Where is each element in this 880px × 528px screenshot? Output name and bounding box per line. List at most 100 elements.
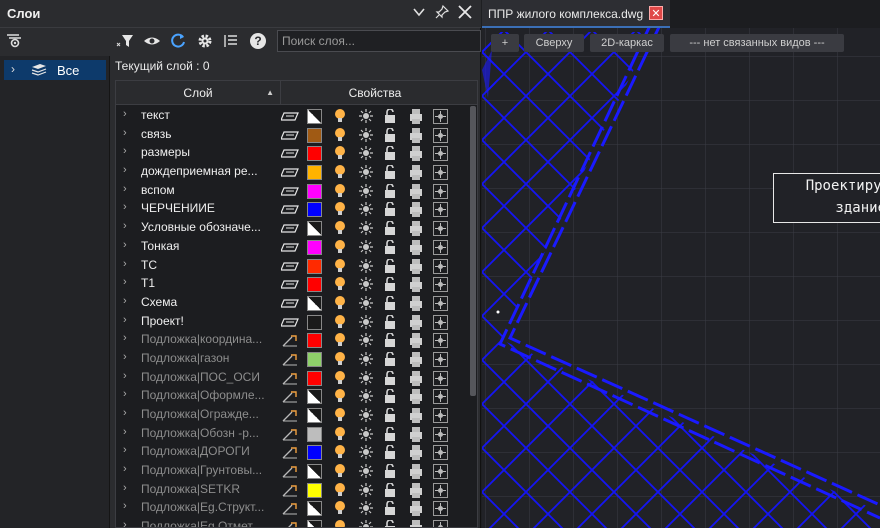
chevron-right-icon[interactable]: ›	[123, 239, 127, 251]
lock-icon[interactable]	[383, 108, 397, 124]
lightbulb-icon[interactable]	[333, 314, 347, 330]
layer-name[interactable]: Подложка|SETKR	[141, 482, 276, 496]
vp-freeze-icon[interactable]	[433, 109, 448, 124]
lock-icon[interactable]	[383, 463, 397, 479]
linetype-icon[interactable]	[280, 278, 299, 290]
layer-name[interactable]: Подложка|Обозн -р...	[141, 426, 276, 440]
lock-icon[interactable]	[383, 332, 397, 348]
lightbulb-icon[interactable]	[333, 407, 347, 423]
lightbulb-icon[interactable]	[333, 127, 347, 143]
lightbulb-icon[interactable]	[333, 295, 347, 311]
chevron-right-icon[interactable]: ›	[123, 370, 127, 382]
layer-row[interactable]: › текст	[116, 107, 468, 126]
lock-icon[interactable]	[383, 220, 397, 236]
filter-icon[interactable]	[116, 32, 134, 50]
tree-item-all[interactable]: › Все	[4, 60, 106, 80]
view-direction-button[interactable]: Сверху	[524, 34, 584, 52]
layer-color-swatch[interactable]	[307, 501, 322, 517]
vp-freeze-icon[interactable]	[433, 501, 448, 517]
chevron-down-icon[interactable]	[409, 4, 429, 24]
layer-color-swatch[interactable]	[307, 408, 322, 423]
chevron-right-icon[interactable]: ›	[11, 62, 15, 76]
linetype-icon[interactable]	[280, 316, 299, 328]
list-icon[interactable]	[222, 32, 240, 50]
lightbulb-icon[interactable]	[333, 145, 347, 161]
linetype-icon[interactable]	[281, 484, 299, 497]
layer-name[interactable]: связь	[141, 127, 276, 141]
linetype-icon[interactable]	[280, 166, 299, 178]
linetype-icon[interactable]	[280, 129, 299, 141]
layer-row[interactable]: › Подложка|Обозн -р...	[116, 425, 468, 444]
linetype-icon[interactable]	[281, 521, 299, 527]
sun-icon[interactable]	[359, 351, 373, 366]
layer-row[interactable]: › Подложка|Грунтовы...	[116, 462, 468, 481]
sun-icon[interactable]	[359, 370, 373, 385]
printer-icon[interactable]	[409, 295, 423, 312]
chevron-right-icon[interactable]: ›	[123, 332, 127, 344]
scrollbar-thumb[interactable]	[470, 106, 476, 396]
printer-icon[interactable]	[409, 239, 423, 256]
layer-color-swatch[interactable]	[307, 426, 322, 442]
linetype-icon[interactable]	[280, 110, 299, 122]
layer-settings-icon[interactable]	[5, 31, 23, 49]
layer-color-swatch[interactable]	[307, 165, 322, 181]
layer-color-swatch[interactable]	[307, 127, 322, 143]
layer-color-swatch[interactable]	[307, 464, 322, 480]
linetype-icon[interactable]	[280, 185, 299, 197]
sun-icon[interactable]	[359, 389, 373, 404]
sun-icon[interactable]	[359, 464, 373, 479]
layer-row[interactable]: › Подложка|газон	[116, 350, 468, 369]
refresh-icon[interactable]	[169, 32, 187, 50]
linetype-icon[interactable]	[281, 409, 299, 422]
linetype-icon[interactable]	[280, 147, 299, 159]
sun-icon[interactable]	[359, 426, 373, 441]
chevron-right-icon[interactable]: ›	[123, 500, 127, 512]
linetype-icon[interactable]	[280, 297, 299, 309]
column-header-layer[interactable]: Слой ▲	[116, 81, 281, 105]
linetype-icon[interactable]	[281, 390, 299, 403]
lock-icon[interactable]	[383, 295, 397, 311]
chevron-right-icon[interactable]: ›	[123, 407, 127, 419]
sun-icon[interactable]	[359, 277, 373, 292]
lightbulb-icon[interactable]	[333, 220, 347, 236]
document-tab[interactable]: ППР жилого комплекса.dwg ✕	[482, 0, 670, 28]
linetype-icon[interactable]	[281, 465, 299, 478]
sun-icon[interactable]	[359, 408, 373, 422]
vp-freeze-icon[interactable]	[433, 520, 448, 527]
close-icon[interactable]	[455, 4, 475, 24]
layer-name[interactable]: Тонкая	[141, 239, 276, 253]
layer-row[interactable]: › Подложка|Eg.Структ...	[116, 499, 468, 518]
chevron-right-icon[interactable]: ›	[123, 145, 127, 157]
lightbulb-icon[interactable]	[333, 426, 347, 442]
lock-icon[interactable]	[383, 407, 397, 423]
layer-name[interactable]: текст	[141, 108, 276, 122]
layer-name[interactable]: Проект!	[141, 314, 276, 328]
vp-freeze-icon[interactable]	[433, 314, 448, 330]
layer-name[interactable]: Подложка|Огражде...	[141, 407, 276, 421]
layer-name[interactable]: Подложка|Грунтовы...	[141, 463, 276, 477]
chevron-right-icon[interactable]: ›	[123, 388, 127, 400]
lightbulb-icon[interactable]	[333, 444, 347, 460]
layer-row[interactable]: › Подложка|SETKR	[116, 481, 468, 500]
sun-icon[interactable]	[359, 258, 373, 273]
chevron-right-icon[interactable]: ›	[123, 258, 127, 270]
layer-search-input[interactable]	[277, 30, 481, 52]
printer-icon[interactable]	[409, 145, 423, 162]
vp-freeze-icon[interactable]	[433, 445, 448, 461]
layer-color-swatch[interactable]	[307, 314, 322, 330]
printer-icon[interactable]	[409, 426, 423, 443]
viewport-menu-button[interactable]: +	[491, 34, 519, 52]
layer-name[interactable]: Подложка|ПОС_ОСИ	[141, 370, 276, 384]
sun-icon[interactable]	[359, 314, 373, 329]
layer-name[interactable]: ТС	[141, 258, 276, 272]
vp-freeze-icon[interactable]	[433, 127, 448, 143]
chevron-right-icon[interactable]: ›	[123, 426, 127, 438]
printer-icon[interactable]	[409, 108, 423, 125]
vp-freeze-icon[interactable]	[433, 183, 448, 199]
lock-icon[interactable]	[383, 276, 397, 292]
vp-freeze-icon[interactable]	[433, 221, 448, 237]
lightbulb-icon[interactable]	[333, 370, 347, 386]
sun-icon[interactable]	[359, 221, 373, 236]
chevron-right-icon[interactable]: ›	[123, 108, 127, 120]
lock-icon[interactable]	[383, 313, 397, 330]
